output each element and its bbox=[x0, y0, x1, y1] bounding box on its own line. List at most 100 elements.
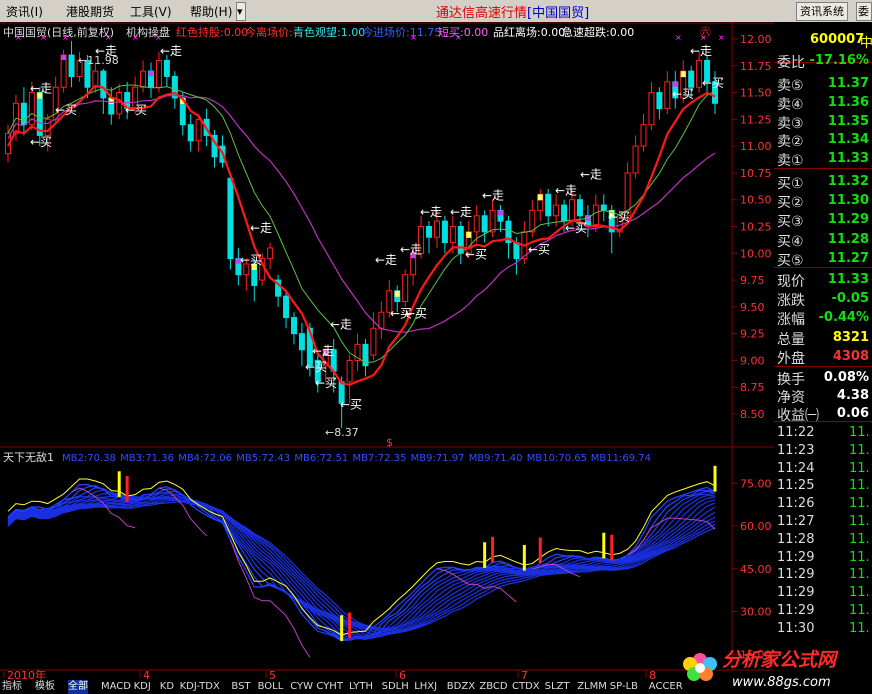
bid-row-value: 11.32 bbox=[827, 174, 869, 189]
candle-body bbox=[640, 124, 647, 147]
candle-body bbox=[346, 359, 353, 383]
indicator-value: 今离场价:- bbox=[245, 25, 297, 39]
candle-highlight bbox=[148, 71, 154, 77]
menu-item-hk-futures[interactable]: 港股期货 bbox=[66, 3, 114, 20]
candle-body bbox=[44, 118, 51, 136]
oscillator-bar bbox=[340, 615, 344, 641]
tab-macd[interactable]: MACD bbox=[101, 680, 131, 694]
tab-sp-lb[interactable]: SP-LB bbox=[610, 680, 638, 694]
oscillator-tick-label: 75.00 bbox=[740, 477, 772, 490]
tick-time: 11:23 bbox=[777, 442, 815, 458]
candle-body bbox=[433, 220, 440, 238]
menu-item-info[interactable]: 资讯(I) bbox=[6, 3, 43, 20]
bid-row: 买③ 11.29 bbox=[774, 210, 872, 230]
tab-bdzx[interactable]: BDZX bbox=[447, 680, 475, 694]
tick-time: 11:29 bbox=[777, 567, 815, 583]
tab-zbcd[interactable]: ZBCD bbox=[479, 680, 507, 694]
tab-sdlh[interactable]: SDLH bbox=[382, 680, 409, 694]
signal-label: ←走 bbox=[420, 205, 442, 219]
signal-label: ←走 bbox=[312, 344, 334, 358]
candle-highlight bbox=[537, 194, 543, 201]
candle-body bbox=[664, 81, 671, 110]
order-button[interactable]: 委 bbox=[856, 2, 872, 21]
tab-kd[interactable]: KD bbox=[160, 680, 174, 694]
candle-body bbox=[283, 295, 290, 319]
weibi-row: 委比 -17.16% bbox=[774, 51, 872, 71]
signal-star-icon: × bbox=[700, 33, 707, 42]
stat2-row: 换手 0.08% bbox=[774, 368, 872, 388]
info-system-button[interactable]: 资讯系统 bbox=[796, 2, 848, 21]
tab-boll[interactable]: BOLL bbox=[258, 680, 284, 694]
signal-star-icon: × bbox=[105, 33, 112, 42]
signal-label: ←买 bbox=[55, 103, 77, 117]
chart-area[interactable]: 中国国贸(日线,前复权) 机构操盘 红色持股:0.00今离场价:-青色观望:1.… bbox=[0, 22, 774, 694]
tab-zlmm[interactable]: ZLMM bbox=[577, 680, 607, 694]
oscillator-tick-label: 45.00 bbox=[740, 563, 772, 576]
menu-item-help[interactable]: 帮助(H) bbox=[190, 3, 232, 20]
signal-label: ←走 bbox=[400, 242, 422, 256]
oscillator-bar bbox=[348, 612, 352, 639]
tick-row: 11:24 11. bbox=[774, 460, 872, 478]
candle bbox=[402, 269, 409, 307]
stat2-row: 收益㈠ 0.06 bbox=[774, 404, 872, 424]
tab-lyth[interactable]: LYTH bbox=[349, 680, 373, 694]
price-tick-label: 9.00 bbox=[740, 354, 765, 367]
tab-lhxj[interactable]: LHXJ bbox=[414, 680, 437, 694]
signal-label: ←走 bbox=[160, 44, 182, 58]
ask-row-value: 11.33 bbox=[827, 151, 869, 167]
tab-指标[interactable]: 指标 bbox=[2, 680, 22, 694]
tab-bst[interactable]: BST bbox=[231, 680, 250, 694]
signal-label: ←走 bbox=[482, 189, 504, 203]
tab-ctdx[interactable]: CTDX bbox=[512, 680, 540, 694]
tick-time: 11:24 bbox=[777, 460, 815, 476]
candle-body bbox=[648, 92, 655, 126]
tab-kdj[interactable]: KDJ bbox=[134, 680, 151, 694]
oscillator-bar bbox=[522, 544, 526, 571]
stat-row-value: 8321 bbox=[832, 329, 869, 345]
lower-indicator-name: 天下无敌1 bbox=[3, 450, 54, 464]
tab-slzt[interactable]: SLZT bbox=[545, 680, 570, 694]
tab-kdj-tdx[interactable]: KDJ-TDX bbox=[180, 680, 220, 694]
tick-price: 11. bbox=[849, 496, 870, 512]
stock-name: 中 bbox=[860, 36, 872, 51]
menu-item-tools[interactable]: 工具(V) bbox=[130, 3, 172, 20]
signal-label: ←走 bbox=[30, 82, 52, 96]
stat-row-label: 涨幅 bbox=[777, 312, 805, 329]
price-tick-label: 8.50 bbox=[740, 408, 765, 421]
tick-row: 11:23 11. bbox=[774, 442, 872, 460]
oscillator-tick-label: 60.00 bbox=[740, 520, 772, 533]
candle-highlight bbox=[61, 55, 67, 61]
indicator-value: 急速超跌:0.00 bbox=[562, 25, 634, 39]
tick-price: 11. bbox=[849, 425, 870, 440]
tab-cyht[interactable]: CYHT bbox=[316, 680, 343, 694]
price-tick-label: 11.50 bbox=[740, 87, 772, 100]
signal-label: ←买 bbox=[305, 360, 327, 374]
tick-time: 11:29 bbox=[777, 585, 815, 601]
candle-body bbox=[688, 70, 695, 88]
ask-row-label: 卖① bbox=[777, 153, 804, 170]
ask-row-value: 11.36 bbox=[827, 94, 869, 110]
candle-body bbox=[545, 193, 552, 217]
price-tick-label: 9.50 bbox=[740, 301, 765, 314]
stat2-row-label: 收益㈠ bbox=[777, 408, 819, 424]
indicator-values: 红色持股:0.00今离场价:-青色观望:1.00今进场价:11.75短买:0.0… bbox=[176, 25, 711, 39]
tick-time: 11:30 bbox=[777, 620, 815, 636]
tab-模板[interactable]: 模板 bbox=[35, 680, 55, 694]
candle-body bbox=[195, 118, 202, 142]
candle-body bbox=[187, 124, 194, 142]
dollar-marker: $ bbox=[386, 436, 393, 449]
candle-body bbox=[592, 204, 599, 227]
candle-body bbox=[600, 204, 607, 211]
candle-highlight bbox=[680, 71, 686, 78]
price-tick-label: 10.25 bbox=[740, 221, 772, 234]
menu-dropdown-icon[interactable]: ▾ bbox=[236, 2, 246, 21]
stat-row: 现价 11.33 bbox=[774, 270, 872, 290]
signal-star-icon: × bbox=[718, 33, 725, 42]
candle-body bbox=[449, 226, 456, 244]
tab-全部[interactable]: 全部 bbox=[68, 680, 88, 694]
candle-body bbox=[696, 59, 703, 88]
tab-cyw[interactable]: CYW bbox=[290, 680, 313, 694]
bid-row-label: 买④ bbox=[777, 233, 804, 250]
candle-body bbox=[561, 204, 568, 222]
bid-row-label: 买① bbox=[777, 176, 804, 192]
